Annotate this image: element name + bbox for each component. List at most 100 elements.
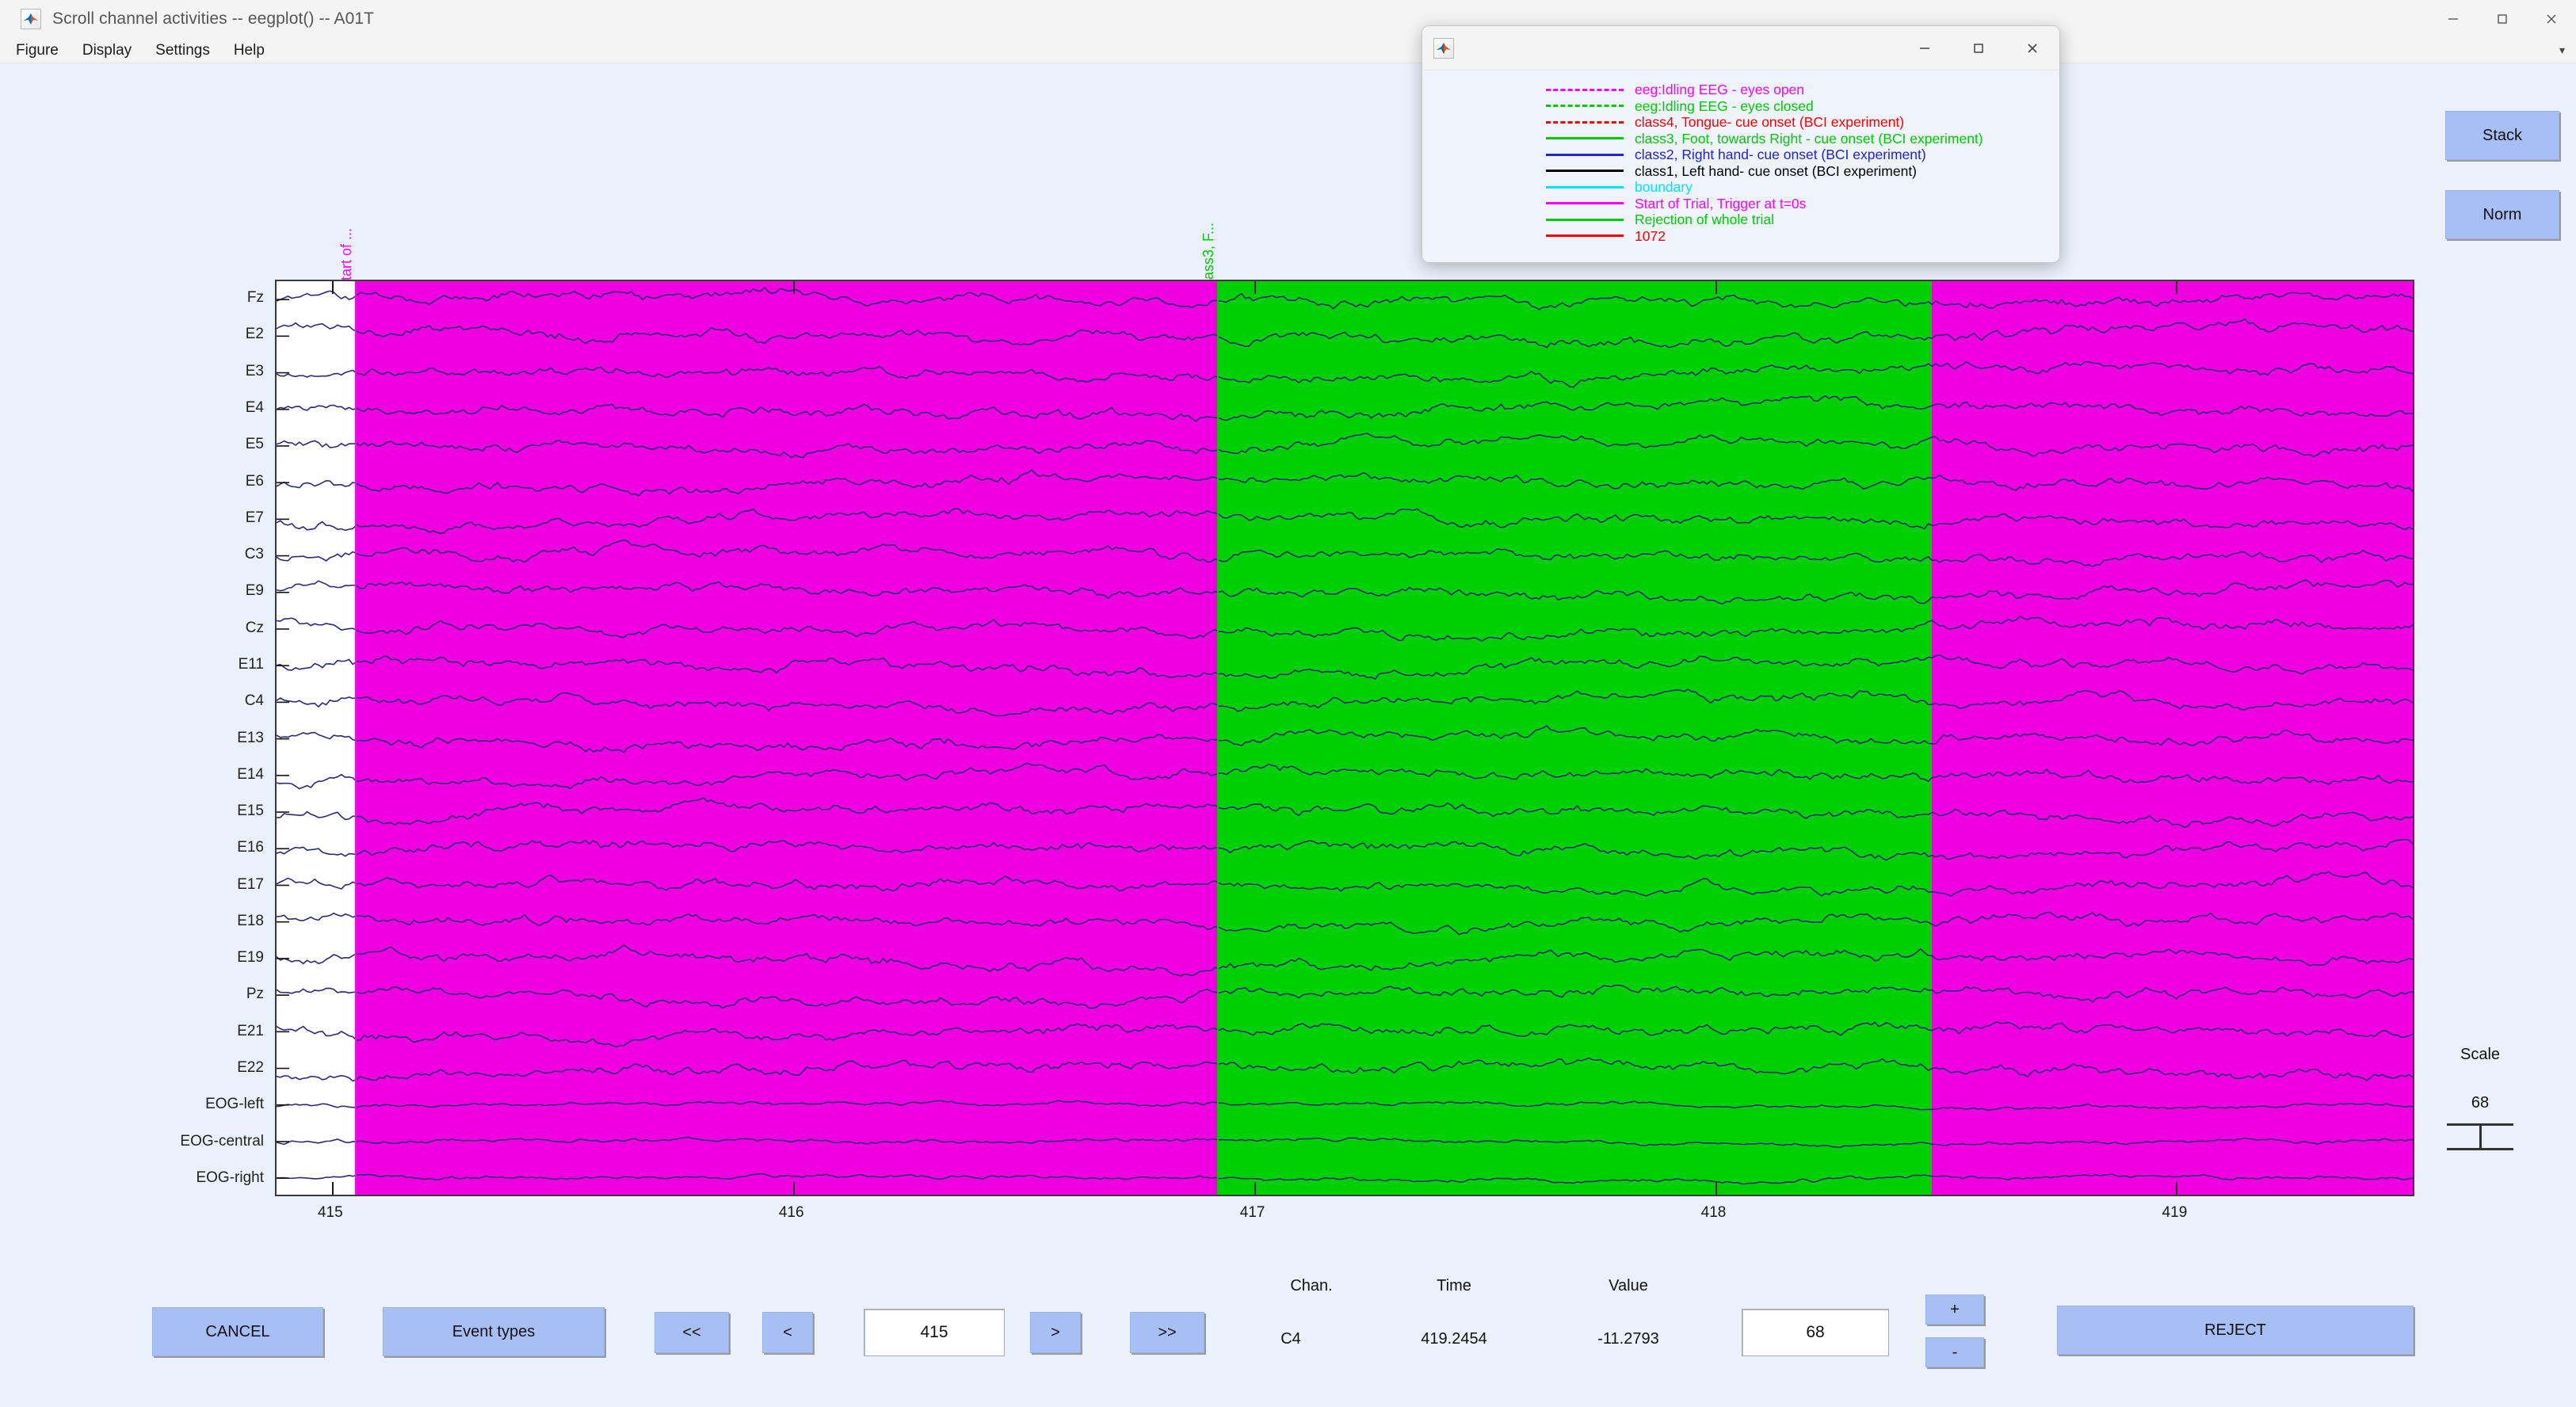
- channel-label: E2: [245, 326, 264, 343]
- channel-label: Cz: [245, 619, 264, 636]
- channel-trace: [277, 1172, 2413, 1185]
- increase-scale-button[interactable]: +: [1925, 1295, 1984, 1325]
- channel-trace: [277, 1021, 2413, 1048]
- close-icon[interactable]: [2527, 0, 2576, 38]
- x-tick-label: 416: [778, 1204, 804, 1221]
- scale-title: Scale: [2460, 1046, 2501, 1063]
- legend-entry: class3, Foot, towards Right - cue onset …: [1422, 131, 2059, 147]
- event-types-button[interactable]: Event types: [383, 1307, 605, 1356]
- channel-label: E21: [237, 1022, 264, 1039]
- axis-tick: [1715, 1182, 1717, 1195]
- back-button[interactable]: <: [762, 1312, 813, 1353]
- channel-trace: [277, 318, 2413, 349]
- cancel-button[interactable]: CANCEL: [152, 1307, 323, 1356]
- menu-bar: Figure Display Settings Help ▾: [0, 38, 2576, 63]
- decrease-scale-button[interactable]: -: [1925, 1337, 1984, 1367]
- close-icon[interactable]: [2005, 26, 2059, 71]
- time-header: Time: [1437, 1277, 1471, 1295]
- fast-forward-button[interactable]: >>: [1130, 1312, 1204, 1353]
- channel-label: E3: [245, 362, 264, 379]
- channel-trace: [277, 654, 2413, 681]
- channel-label: E5: [245, 436, 264, 453]
- eeg-traces: [277, 286, 2413, 1185]
- x-tick-label: 419: [2162, 1204, 2188, 1221]
- legend-swatch: [1546, 170, 1624, 173]
- legend-label: Rejection of whole trial: [1635, 212, 1775, 228]
- amplitude-input[interactable]: 68: [1742, 1309, 1889, 1356]
- menu-figure[interactable]: Figure: [8, 42, 67, 59]
- channel-label: E14: [237, 765, 264, 783]
- legend-label: boundary: [1635, 179, 1693, 196]
- legend-entry: class1, Left hand- cue onset (BCI experi…: [1422, 163, 2059, 180]
- event-line: [1217, 281, 1219, 1195]
- channel-trace: [277, 944, 2413, 977]
- channel-label: E19: [237, 949, 264, 967]
- legend-window[interactable]: eeg:Idling EEG - eyes open eeg:Idling EEG…: [1422, 25, 2060, 263]
- fast-back-button[interactable]: <<: [654, 1312, 729, 1353]
- channel-trace: [277, 579, 2413, 605]
- scale-ruler-icon: [2447, 1123, 2513, 1150]
- menu-settings[interactable]: Settings: [147, 42, 218, 59]
- minimize-icon[interactable]: [1898, 26, 1952, 71]
- legend-entry: class4, Tongue- cue onset (BCI experimen…: [1422, 114, 2059, 131]
- menu-display[interactable]: Display: [74, 42, 139, 59]
- channel-trace: [277, 508, 2413, 535]
- legend-label: class1, Left hand- cue onset (BCI experi…: [1635, 162, 1918, 179]
- maximize-icon[interactable]: [1952, 26, 2005, 71]
- legend-entry: Rejection of whole trial: [1422, 212, 2059, 228]
- axis-tick: [331, 1182, 334, 1195]
- matlab-icon: [1433, 37, 1454, 59]
- axis-tick: [2176, 281, 2178, 294]
- axis-tick: [1254, 1182, 1256, 1195]
- legend-entry: eeg:Idling EEG - eyes closed: [1422, 98, 2059, 115]
- channel-label: C4: [244, 692, 264, 710]
- chan-header: Chan.: [1290, 1277, 1333, 1295]
- menu-overflow-icon[interactable]: ▾: [2559, 44, 2565, 57]
- channel-trace: [277, 539, 2413, 567]
- forward-button[interactable]: >: [1030, 1312, 1081, 1353]
- value-header: Value: [1609, 1277, 1648, 1295]
- maximize-icon[interactable]: [2478, 0, 2527, 38]
- reject-button[interactable]: REJECT: [2057, 1306, 2414, 1355]
- axis-tick: [2176, 1182, 2178, 1195]
- channel-label: EOG-right: [196, 1169, 264, 1186]
- channel-trace: [277, 911, 2413, 936]
- stack-button[interactable]: Stack: [2445, 111, 2559, 160]
- legend-swatch: [1546, 137, 1624, 140]
- channel-trace: [277, 433, 2413, 459]
- axis-tick: [1715, 281, 1717, 294]
- channel-label: E13: [237, 729, 264, 746]
- eeg-plot-area[interactable]: [275, 280, 2414, 1196]
- legend-entry: 1072: [1422, 228, 2059, 245]
- legend-label: eeg:Idling EEG - eyes closed: [1635, 97, 1814, 114]
- legend-swatch: [1546, 153, 1624, 156]
- scale-value: 68: [2471, 1094, 2490, 1111]
- position-input[interactable]: 415: [864, 1309, 1005, 1356]
- channel-trace: [277, 360, 2413, 388]
- channel-trace: [277, 395, 2413, 422]
- channel-label: E6: [245, 472, 264, 490]
- menu-help[interactable]: Help: [226, 42, 273, 59]
- legend-swatch: [1546, 218, 1624, 221]
- channel-label: E17: [237, 875, 264, 893]
- channel-trace: [277, 984, 2413, 1009]
- legend-swatch: [1546, 185, 1624, 189]
- channel-trace: [277, 1100, 2413, 1111]
- channel-label: EOG-central: [180, 1132, 264, 1150]
- legend-window-controls: [1898, 26, 2059, 71]
- time-value: 419.2454: [1421, 1330, 1487, 1348]
- plot-frame[interactable]: [275, 280, 2414, 1196]
- legend-entries: eeg:Idling EEG - eyes open eeg:Idling EEG…: [1422, 71, 2059, 244]
- channel-label: E7: [245, 509, 264, 526]
- scale-widget: Scale 68: [2401, 1046, 2559, 1150]
- channel-label: E11: [238, 655, 264, 673]
- norm-button[interactable]: Norm: [2445, 190, 2559, 239]
- window-controls: [2429, 0, 2576, 38]
- channel-trace: [277, 797, 2413, 829]
- minimize-icon[interactable]: [2429, 0, 2478, 38]
- channel-trace: [277, 725, 2413, 753]
- channel-label: Fz: [246, 289, 264, 307]
- channel-label-column: Fz E2 E3 E4 E5 E6 E7 C3 E9 Cz E11 C4 E13 E14 E15 E16 E17…: [0, 280, 264, 1196]
- legend-title-bar: [1422, 26, 2059, 71]
- legend-swatch: [1546, 202, 1624, 205]
